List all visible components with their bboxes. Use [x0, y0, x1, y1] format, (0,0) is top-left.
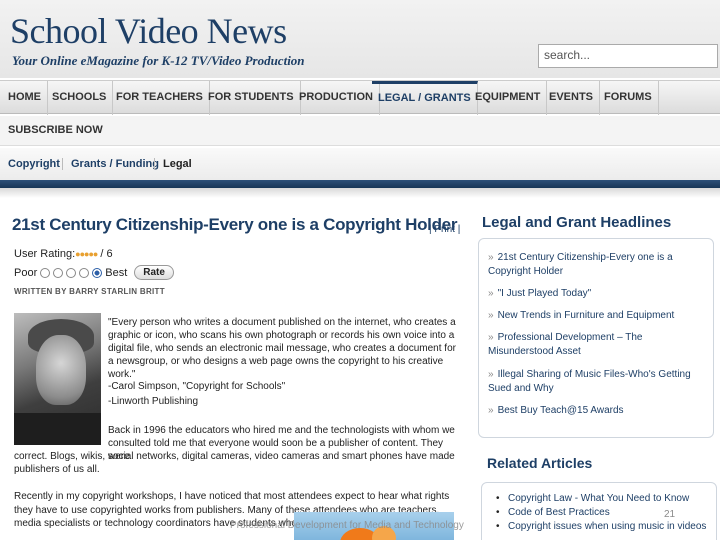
- quote-citation: -Carol Simpson, "Copyright for Schools": [108, 381, 286, 392]
- rating-radio-5[interactable]: [92, 267, 103, 278]
- site-header: School Video News Your Online eMagazine …: [0, 0, 720, 78]
- rating-form: Poor Best Rate: [14, 265, 174, 280]
- divider-shadow: [0, 188, 720, 198]
- slide-footer: Professional Development for Media and T…: [230, 520, 464, 531]
- rating-stars-icon: ●●●●●: [75, 249, 98, 259]
- poor-label: Poor: [14, 266, 38, 279]
- headline-text[interactable]: Professional Development – The Misunders…: [488, 332, 642, 357]
- nav-home[interactable]: HOME: [2, 81, 48, 115]
- chevron-right-icon: »: [488, 252, 494, 263]
- article-paragraph: correct. Blogs, wikis, social networks, …: [14, 451, 455, 475]
- headline-link[interactable]: » Best Buy Teach@15 Awards: [488, 404, 698, 418]
- subnav-grants-funding[interactable]: Grants / Funding: [71, 158, 159, 170]
- slide-number: 21: [664, 509, 676, 520]
- rate-button[interactable]: Rate: [134, 265, 174, 280]
- related-articles-title: Related Articles: [487, 455, 593, 471]
- nav-schools[interactable]: SCHOOLS: [46, 81, 114, 115]
- author-photo: [14, 313, 101, 445]
- chevron-right-icon: »: [488, 310, 494, 321]
- rating-radio-4[interactable]: [79, 267, 90, 278]
- best-label: Best: [105, 266, 128, 279]
- related-link[interactable]: Copyright Law - What You Need to Know: [496, 492, 708, 505]
- headline-text[interactable]: Best Buy Teach@15 Awards: [498, 405, 624, 416]
- headline-link[interactable]: » Illegal Sharing of Music Files-Who's Ge…: [488, 368, 698, 396]
- chevron-right-icon: »: [488, 369, 494, 380]
- divider-bar: [0, 180, 720, 188]
- headline-text[interactable]: Illegal Sharing of Music Files-Who's Get…: [488, 369, 691, 394]
- headline-text[interactable]: New Trends in Furniture and Equipment: [498, 310, 675, 321]
- chevron-right-icon: »: [488, 332, 494, 343]
- headline-text[interactable]: 21st Century Citizenship-Every one is a …: [488, 252, 673, 277]
- rating-label: User Rating:: [14, 248, 76, 260]
- headlines-title: Legal and Grant Headlines: [482, 214, 672, 231]
- rating-radio-2[interactable]: [53, 267, 64, 278]
- photo-shirt: [14, 413, 101, 445]
- site-tagline: Your Online eMagazine for K-12 TV/Video …: [12, 53, 305, 68]
- headline-link[interactable]: » 21st Century Citizenship-Every one is a…: [488, 251, 698, 279]
- nav-for-teachers[interactable]: FOR TEACHERS: [110, 81, 210, 115]
- headline-text[interactable]: "I Just Played Today": [498, 288, 592, 299]
- subnav-divider: [62, 158, 63, 170]
- article-quote: "Every person who writes a document publ…: [108, 317, 456, 380]
- photo-face: [36, 335, 86, 405]
- byline: WRITTEN BY BARRY STARLIN BRITT: [14, 287, 165, 296]
- subnav-copyright[interactable]: Copyright: [8, 158, 60, 170]
- sub-nav: Copyright Grants / Funding Legal: [0, 148, 720, 180]
- quote-publisher: -Linworth Publishing: [108, 396, 199, 407]
- subscribe-link[interactable]: SUBSCRIBE NOW: [8, 124, 103, 136]
- related-link[interactable]: Code of Best Practices: [496, 506, 708, 519]
- site-title[interactable]: School Video News: [10, 10, 287, 52]
- nav-production[interactable]: PRODUCTION: [293, 81, 380, 115]
- print-link[interactable]: | Print |: [429, 224, 460, 235]
- rating-radio-3[interactable]: [66, 267, 77, 278]
- nav-legal-grants[interactable]: LEGAL / GRANTS: [372, 81, 478, 115]
- rating-radio-1[interactable]: [40, 267, 51, 278]
- search-input[interactable]: search...: [538, 44, 718, 68]
- subnav-legal[interactable]: Legal: [163, 158, 192, 170]
- nav-forums[interactable]: FORUMS: [598, 81, 659, 115]
- headline-link[interactable]: » "I Just Played Today": [488, 287, 698, 301]
- headline-link[interactable]: » Professional Development – The Misunder…: [488, 331, 698, 359]
- headline-link[interactable]: » New Trends in Furniture and Equipment: [488, 309, 698, 323]
- subscribe-bar: SUBSCRIBE NOW: [0, 116, 720, 146]
- nav-for-students[interactable]: FOR STUDENTS: [202, 81, 301, 115]
- chevron-right-icon: »: [488, 405, 494, 416]
- rating-suffix: / 6: [100, 248, 113, 260]
- user-rating: User Rating:●●●●● / 6: [14, 248, 113, 260]
- subnav-divider: [154, 158, 155, 170]
- nav-events[interactable]: EVENTS: [543, 81, 601, 115]
- chevron-right-icon: »: [488, 288, 494, 299]
- related-link[interactable]: Copyright issues when using music in vid…: [496, 520, 708, 533]
- nav-equipment[interactable]: EQUIPMENT: [469, 81, 548, 115]
- main-nav: HOME SCHOOLS FOR TEACHERS FOR STUDENTS P…: [0, 80, 720, 115]
- article-title: 21st Century Citizenship-Every one is a …: [12, 215, 458, 234]
